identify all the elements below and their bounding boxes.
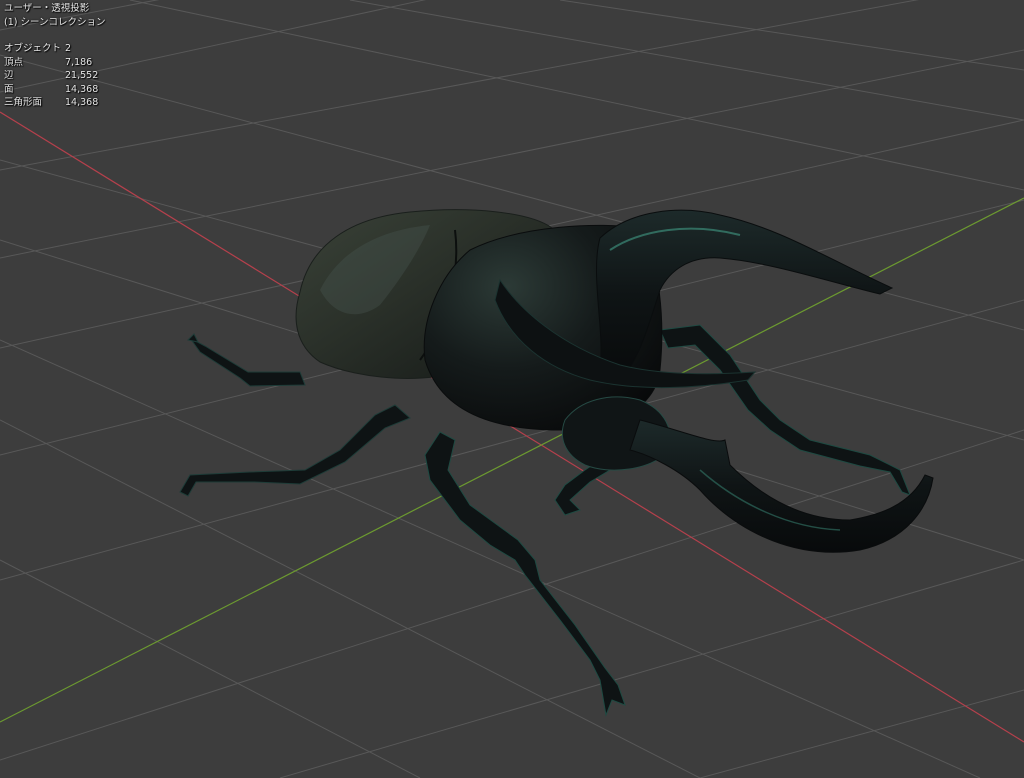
- stat-value: 14,368: [65, 83, 99, 95]
- stat-faces: 面 14,368: [4, 83, 106, 97]
- viewport-text-overlay: ユーザー・透視投影 (1) シーンコレクション オブジェクト 2 頂点 7,18…: [4, 2, 106, 110]
- beetle-cephalic-horn: [629, 419, 934, 553]
- beetle-model[interactable]: [179, 209, 934, 717]
- viewport-scene[interactable]: [0, 0, 1024, 778]
- stat-edges: 辺 21,552: [4, 69, 106, 83]
- collection-name: (1) シーンコレクション: [4, 16, 106, 28]
- stat-label: 面: [4, 83, 14, 95]
- stat-value: 14,368: [65, 97, 99, 108]
- beetle-leg-back-left: [186, 333, 306, 387]
- stat-objects: オブジェクト 2: [4, 42, 106, 56]
- stat-value: 7,186: [65, 56, 93, 68]
- stat-label: 辺: [4, 70, 14, 81]
- beetle-leg-mid-left: [179, 404, 411, 497]
- x-axis-line: [0, 111, 1024, 743]
- stat-vertices: 頂点 7,186: [4, 56, 106, 70]
- view-name: ユーザー・透視投影: [4, 3, 90, 14]
- stat-value: 21,552: [65, 70, 99, 81]
- stat-triangles: 三角形面 14,368: [4, 96, 106, 110]
- 3d-viewport[interactable]: ユーザー・透視投影 (1) シーンコレクション オブジェクト 2 頂点 7,18…: [0, 0, 1024, 778]
- stat-value: 2: [65, 43, 72, 54]
- stat-label: 頂点: [4, 56, 24, 68]
- stat-label: オブジェクト: [4, 43, 62, 54]
- stat-label: 三角形面: [4, 97, 43, 108]
